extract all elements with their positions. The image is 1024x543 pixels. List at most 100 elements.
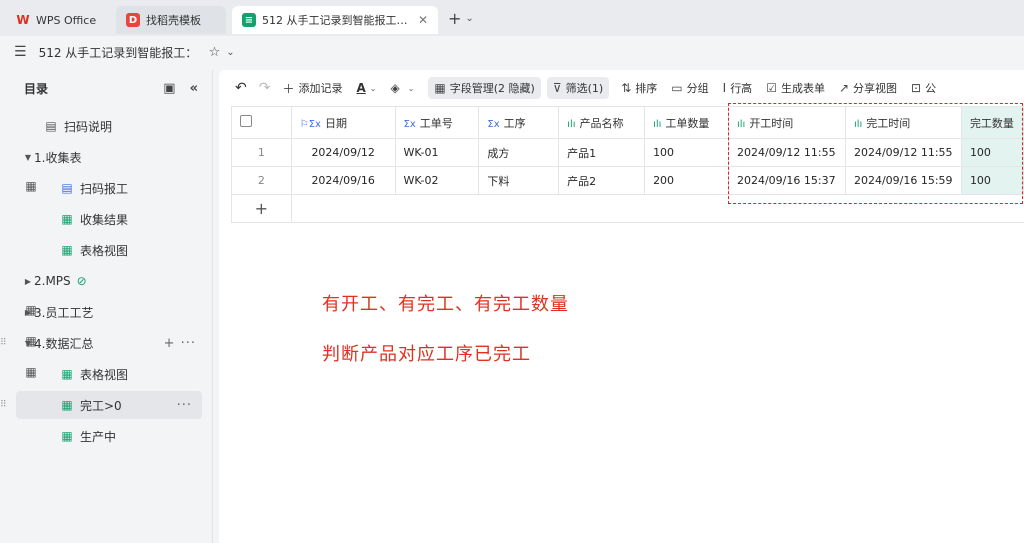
table-row[interactable]: 1 2024/09/12 WK-01 成方 产品1 100 2024/09/12… bbox=[231, 138, 1024, 167]
tab-current-document[interactable]: ≡ 512 从手工记录到智能报工：WPS ✕ bbox=[232, 6, 438, 34]
add-record-button[interactable]: ＋添加记录 bbox=[282, 77, 342, 99]
grid-view-icon: ▦ bbox=[61, 212, 73, 226]
sort-button[interactable]: ⇅ 排序 bbox=[621, 77, 657, 99]
cell-end-time[interactable]: 2024/09/16 15:59 bbox=[844, 166, 962, 195]
tab-label: 找稻壳模板 bbox=[146, 14, 201, 27]
cell-completed-qty[interactable]: 100 bbox=[960, 138, 1024, 167]
sidebar-item-in-production[interactable]: ▦ 生产中 bbox=[6, 422, 206, 450]
filter-button[interactable]: ⊽ 筛选(1) bbox=[546, 77, 610, 99]
share-view-button[interactable]: ↗ 分享视图 bbox=[839, 77, 897, 99]
cell-order-qty[interactable]: 200 bbox=[644, 166, 729, 195]
cell-process[interactable]: 下料 bbox=[478, 166, 560, 195]
cell-completed-qty[interactable]: 100 bbox=[960, 166, 1024, 195]
form-icon: ▤ bbox=[61, 181, 73, 195]
annotation-line-1: 有开工、有完工、有完工数量 bbox=[322, 294, 569, 315]
double-chevron-left-icon[interactable]: « bbox=[190, 81, 198, 96]
collapse-panel-icon[interactable]: ▣ bbox=[163, 81, 175, 96]
sidebar-item-label: 完工>0 bbox=[80, 398, 122, 413]
group-button[interactable]: ▭ 分组 bbox=[671, 77, 708, 99]
sidebar-item-data-summary[interactable]: ⠿ ▼ ▦ 4.数据汇总 + ··· bbox=[0, 329, 206, 380]
font-color-button[interactable]: A ⌄ bbox=[356, 77, 376, 99]
sidebar-item-collection[interactable]: ▼ ▦ 1.收集表 bbox=[6, 143, 206, 194]
add-row-filler bbox=[290, 194, 1024, 223]
cell-order-no[interactable]: WK-01 bbox=[394, 138, 480, 167]
daoke-logo-icon: D bbox=[126, 13, 140, 27]
checkbox-icon[interactable] bbox=[240, 115, 252, 127]
column-header-start-time[interactable]: ılı 开工时间 bbox=[727, 106, 846, 139]
tab-wps-office[interactable]: W WPS Office bbox=[6, 6, 110, 34]
generate-form-button[interactable]: ☑ 生成表单 bbox=[766, 77, 825, 99]
fill-color-button[interactable]: ◈ ⌄ bbox=[390, 77, 414, 99]
column-header-process[interactable]: Σx 工序 bbox=[478, 106, 560, 139]
form-icon: ☑ bbox=[766, 81, 777, 95]
lookup-field-icon: ılı bbox=[567, 118, 576, 130]
cell-product-name[interactable]: 产品2 bbox=[558, 166, 646, 195]
column-header-label: 工单号 bbox=[419, 116, 453, 130]
row-height-button[interactable]: Ⅰ 行高 bbox=[723, 77, 753, 99]
table-row[interactable]: 2 2024/09/16 WK-02 下料 产品2 200 2024/09/16… bbox=[231, 166, 1024, 195]
menu-icon[interactable]: ☰ bbox=[14, 44, 27, 60]
document-title[interactable]: 512 从手工记录到智能报工：... bbox=[39, 44, 197, 61]
add-and-more-icon[interactable]: + ··· bbox=[164, 336, 196, 351]
drag-handle-icon[interactable]: ⠿ bbox=[0, 338, 7, 348]
more-options-icon[interactable]: ··· bbox=[177, 398, 192, 413]
cell-date[interactable]: 2024/09/16 bbox=[290, 166, 396, 195]
sidebar-item-table-view-2[interactable]: ▦ 表格视图 bbox=[6, 360, 206, 388]
close-icon[interactable]: ✕ bbox=[418, 13, 428, 27]
sidebar-item-label: 生产中 bbox=[80, 429, 117, 444]
drag-handle-icon[interactable]: ⠿ bbox=[0, 400, 7, 410]
column-header-label: 完工数量 bbox=[969, 116, 1014, 130]
cell-start-time[interactable]: 2024/09/16 15:37 bbox=[727, 166, 846, 195]
column-header-label: 工序 bbox=[503, 116, 526, 130]
column-header-order-qty[interactable]: ılı 工单数量 bbox=[644, 106, 729, 139]
column-header-completed-qty[interactable]: 完工数量 bbox=[960, 106, 1024, 139]
chevron-down-icon[interactable]: ⌄ bbox=[226, 47, 234, 58]
formula-field-icon: Σx bbox=[487, 118, 500, 130]
select-all-cell[interactable] bbox=[231, 106, 292, 139]
share-view-label: 分享视图 bbox=[853, 82, 898, 95]
column-header-product-name[interactable]: ılı 产品名称 bbox=[558, 106, 646, 139]
sidebar-item-collection-results[interactable]: ▦ 收集结果 bbox=[6, 205, 206, 233]
sidebar-item-scan-report[interactable]: ▤ 扫码报工 bbox=[6, 174, 206, 202]
data-grid: ⚐Σx 日期 Σx 工单号 Σx 工序 ılı 产品名称 ılı 工单数量 ılı 开工时间… bbox=[231, 106, 1024, 223]
new-tab-button[interactable]: + bbox=[448, 9, 461, 28]
column-header-order-no[interactable]: Σx 工单号 bbox=[394, 106, 480, 139]
field-management-label: 字段管理(2 隐藏) bbox=[449, 82, 535, 95]
column-header-label: 完工时间 bbox=[866, 116, 911, 130]
cell-start-time[interactable]: 2024/09/12 11:55 bbox=[727, 138, 846, 167]
sidebar-item-table-view[interactable]: ▦ 表格视图 bbox=[6, 236, 206, 264]
cell-process[interactable]: 成方 bbox=[478, 138, 560, 167]
cell-product-name[interactable]: 产品1 bbox=[558, 138, 646, 167]
caret-right-icon[interactable]: ▶ bbox=[22, 308, 34, 317]
column-header-label: 产品名称 bbox=[579, 116, 624, 130]
field-management-button[interactable]: ▦ 字段管理(2 隐藏) bbox=[428, 77, 541, 99]
add-row-button[interactable]: + bbox=[231, 194, 292, 223]
tab-daoke-templates[interactable]: D 找稻壳模板 bbox=[116, 6, 226, 34]
cell-order-no[interactable]: WK-02 bbox=[394, 166, 480, 195]
grid-view-icon: ▦ bbox=[61, 243, 73, 257]
public-button[interactable]: ⊡ 公 bbox=[911, 77, 936, 99]
grid-view-icon: ▦ bbox=[61, 367, 73, 381]
column-header-date[interactable]: ⚐Σx 日期 bbox=[290, 106, 396, 139]
grid-view-icon: ▦ bbox=[61, 429, 73, 443]
sidebar-item-completed-gt-0[interactable]: ⠿ ▦ 完工>0 ··· bbox=[0, 391, 202, 419]
caret-down-icon[interactable]: ▼ bbox=[22, 339, 34, 348]
column-header-end-time[interactable]: ılı 完工时间 bbox=[844, 106, 962, 139]
undo-icon[interactable]: ↶ bbox=[235, 77, 247, 99]
caret-down-icon[interactable]: ▼ bbox=[22, 153, 34, 162]
star-icon[interactable]: ☆ bbox=[209, 45, 221, 60]
sidebar-header: 目录 ▣ « bbox=[6, 70, 212, 106]
cell-order-qty[interactable]: 100 bbox=[644, 138, 729, 167]
row-height-icon: Ⅰ bbox=[722, 81, 727, 95]
redo-icon[interactable]: ↷ bbox=[259, 77, 271, 99]
tab-label: 512 从手工记录到智能报工：WPS bbox=[262, 14, 412, 27]
caret-right-icon[interactable]: ▶ bbox=[22, 277, 34, 286]
chevron-down-icon[interactable]: ⌄ bbox=[465, 13, 473, 24]
sidebar-item-scan-guide[interactable]: ▤ 扫码说明 bbox=[6, 112, 206, 140]
document-icon: ▤ bbox=[45, 119, 57, 133]
cell-end-time[interactable]: 2024/09/12 11:55 bbox=[844, 138, 962, 167]
cell-date[interactable]: 2024/09/12 bbox=[290, 138, 396, 167]
sidebar-item-employee-process[interactable]: ▶ ▦ 3.员工工艺 bbox=[6, 298, 206, 349]
header-row: ⚐Σx 日期 Σx 工单号 Σx 工序 ılı 产品名称 ılı 工单数量 ılı 开工时间… bbox=[231, 106, 1024, 139]
sidebar-item-mps[interactable]: ▶ ▦ 2.MPS ⊘ bbox=[6, 267, 206, 317]
